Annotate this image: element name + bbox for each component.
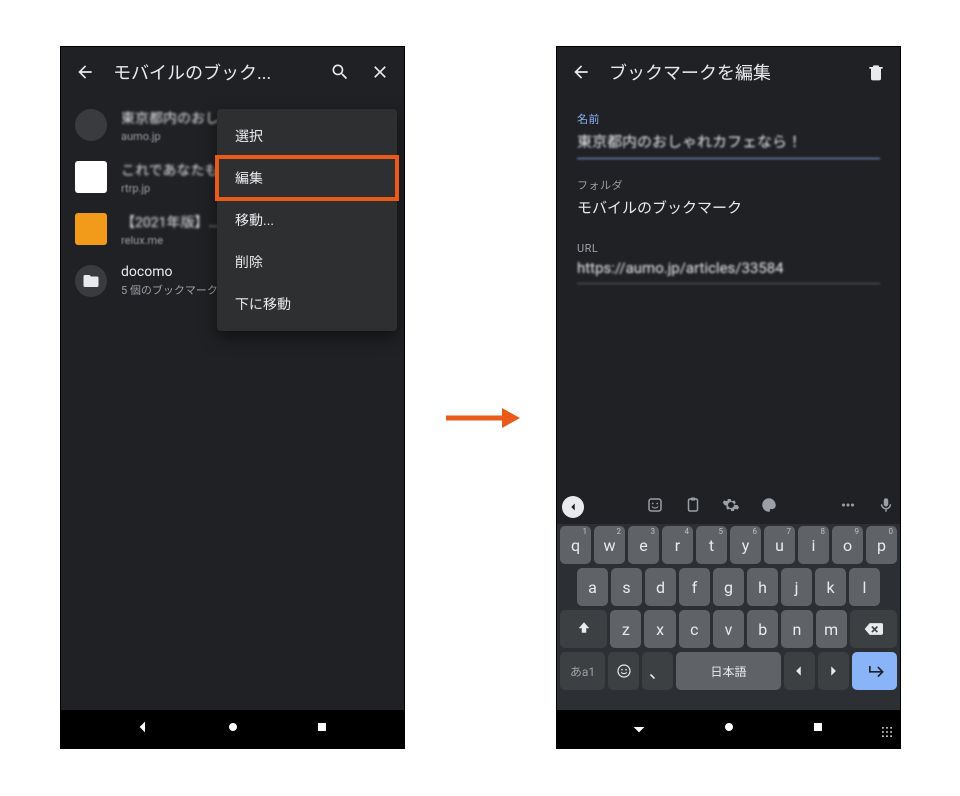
appbar-right: ブックマークを編集 xyxy=(557,47,900,97)
key-s[interactable]: s xyxy=(611,568,642,606)
android-navbar-left xyxy=(61,710,404,748)
favicon-icon xyxy=(75,161,107,193)
nav-back-icon[interactable] xyxy=(135,719,151,739)
key-e[interactable]: e3 xyxy=(628,526,659,564)
nav-keyboard-switch-icon[interactable] xyxy=(880,724,894,738)
nav-back-icon[interactable] xyxy=(631,719,647,739)
key-q[interactable]: q1 xyxy=(560,526,591,564)
key-l[interactable]: l xyxy=(849,568,880,606)
nav-home-icon[interactable] xyxy=(721,719,737,739)
key-enter[interactable] xyxy=(852,652,897,690)
folder-icon xyxy=(75,265,107,297)
key-r[interactable]: r4 xyxy=(662,526,693,564)
key-j[interactable]: j xyxy=(781,568,812,606)
key-space[interactable]: 日本語 xyxy=(676,652,780,690)
key-y[interactable]: y6 xyxy=(730,526,761,564)
key-d[interactable]: d xyxy=(645,568,676,606)
appbar-title-right: ブックマークを編集 xyxy=(601,59,856,85)
key-z[interactable]: z xyxy=(610,610,641,648)
key-o[interactable]: o9 xyxy=(832,526,863,564)
edit-form: 名前 東京都内のおしゃれカフェなら！ フォルダ モバイルのブックマーク URL … xyxy=(557,97,900,284)
nav-recent-icon[interactable] xyxy=(810,719,826,739)
bookmark-subtitle: 5 個のブックマーク xyxy=(121,282,218,298)
field-folder[interactable]: フォルダ モバイルのブックマーク xyxy=(577,177,880,224)
key-f[interactable]: f xyxy=(679,568,710,606)
key-n[interactable]: n xyxy=(781,610,812,648)
field-name[interactable]: 名前 東京都内のおしゃれカフェなら！ xyxy=(577,111,880,159)
android-navbar-right xyxy=(557,710,900,748)
screen-right: ブックマークを編集 名前 東京都内のおしゃれカフェなら！ フォルダ モバイルのブ… xyxy=(557,47,900,710)
keyboard-row-4: あa1 、 日本語 xyxy=(557,650,900,692)
keyboard-row-1: q1w2e3r4t5y6u7i8o9p0 xyxy=(557,524,900,566)
keyboard-row-3: zxcvbnm xyxy=(557,608,900,650)
appbar-title-left: モバイルのブック... xyxy=(105,59,320,85)
key-t[interactable]: t5 xyxy=(696,526,727,564)
appbar-left: モバイルのブック... xyxy=(61,47,404,97)
kb-theme-icon[interactable] xyxy=(760,496,778,518)
kb-more-icon[interactable] xyxy=(839,496,857,518)
menu-item-edit[interactable]: 編集 xyxy=(217,157,397,199)
key-u[interactable]: u7 xyxy=(764,526,795,564)
keyboard-toolbar xyxy=(557,490,900,524)
bookmark-title: 【2021年版】… xyxy=(121,212,218,232)
appbar-actions-left xyxy=(320,52,400,92)
context-menu: 選択 編集 移動... 削除 下に移動 xyxy=(217,109,397,331)
field-folder-label: フォルダ xyxy=(577,177,880,193)
field-url[interactable]: URL https://aumo.jp/articles/33584 xyxy=(577,242,880,284)
bookmark-subtitle: relux.me xyxy=(121,234,218,247)
back-button[interactable] xyxy=(65,52,105,92)
field-url-value[interactable]: https://aumo.jp/articles/33584 xyxy=(577,255,880,284)
key-a[interactable]: a xyxy=(577,568,608,606)
key-comma[interactable]: 、 xyxy=(642,652,673,690)
nav-home-icon[interactable] xyxy=(225,719,241,739)
key-backspace[interactable] xyxy=(850,610,897,648)
phone-right: ブックマークを編集 名前 東京都内のおしゃれカフェなら！ フォルダ モバイルのブ… xyxy=(556,46,901,749)
bookmark-title: これであなたも… xyxy=(121,160,228,180)
key-v[interactable]: v xyxy=(713,610,744,648)
key-b[interactable]: b xyxy=(747,610,778,648)
key-i[interactable]: i8 xyxy=(798,526,829,564)
key-g[interactable]: g xyxy=(713,568,744,606)
key-h[interactable]: h xyxy=(747,568,778,606)
kb-collapse-icon[interactable] xyxy=(562,496,584,518)
key-mode-switch[interactable]: あa1 xyxy=(560,652,605,690)
search-button[interactable] xyxy=(320,52,360,92)
field-name-label: 名前 xyxy=(577,111,880,127)
key-p[interactable]: p0 xyxy=(866,526,897,564)
key-k[interactable]: k xyxy=(815,568,846,606)
bookmark-title: docomo xyxy=(121,264,218,280)
key-c[interactable]: c xyxy=(679,610,710,648)
nav-recent-icon[interactable] xyxy=(314,719,330,739)
menu-item-delete[interactable]: 削除 xyxy=(217,241,397,283)
screen-left: モバイルのブック... 東京都内のおしゃれ… aumo.jp xyxy=(61,47,404,710)
favicon-icon xyxy=(75,213,107,245)
key-m[interactable]: m xyxy=(816,610,847,648)
field-url-label: URL xyxy=(577,242,880,255)
kb-sticker-icon[interactable] xyxy=(646,496,664,518)
key-w[interactable]: w2 xyxy=(594,526,625,564)
transition-arrow-icon xyxy=(446,408,520,428)
close-button[interactable] xyxy=(360,52,400,92)
back-button[interactable] xyxy=(561,52,601,92)
field-folder-value[interactable]: モバイルのブックマーク xyxy=(577,193,880,224)
field-name-value[interactable]: 東京都内のおしゃれカフェなら！ xyxy=(577,127,880,159)
menu-item-move[interactable]: 移動... xyxy=(217,199,397,241)
kb-settings-icon[interactable] xyxy=(722,496,740,518)
keyboard-row-2: asdfghjkl xyxy=(557,566,900,608)
menu-item-select[interactable]: 選択 xyxy=(217,115,397,157)
key-x[interactable]: x xyxy=(644,610,675,648)
key-emoji[interactable] xyxy=(608,652,639,690)
bookmark-subtitle: rtrp.jp xyxy=(121,182,228,195)
key-cursor-left[interactable] xyxy=(784,652,815,690)
menu-item-movedown[interactable]: 下に移動 xyxy=(217,283,397,325)
kb-clipboard-icon[interactable] xyxy=(684,496,702,518)
favicon-icon xyxy=(75,109,107,141)
phone-left: モバイルのブック... 東京都内のおしゃれ… aumo.jp xyxy=(60,46,405,749)
soft-keyboard: q1w2e3r4t5y6u7i8o9p0 asdfghjkl zxcvbnm あ… xyxy=(557,490,900,710)
key-shift[interactable] xyxy=(560,610,607,648)
delete-button[interactable] xyxy=(856,52,896,92)
key-cursor-right[interactable] xyxy=(818,652,849,690)
kb-mic-icon[interactable] xyxy=(877,496,895,518)
